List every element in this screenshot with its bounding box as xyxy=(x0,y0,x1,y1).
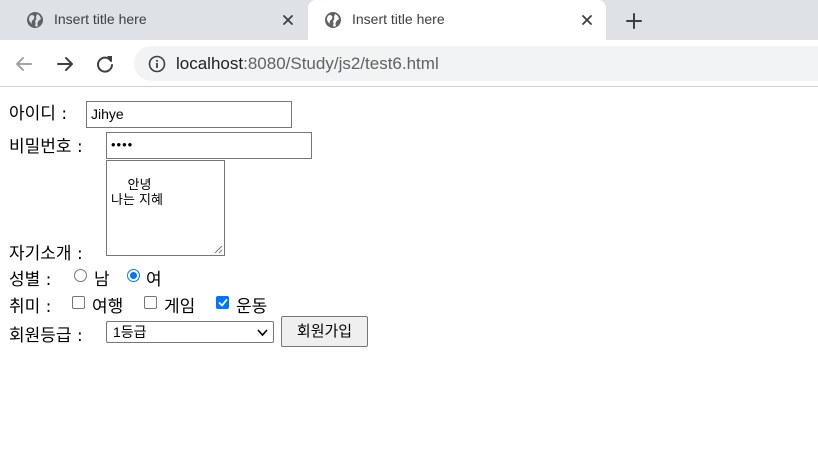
tab-active[interactable]: Insert title here xyxy=(308,0,606,40)
close-icon[interactable] xyxy=(281,13,295,27)
password-input[interactable]: •••• xyxy=(106,132,312,159)
chevron-down-icon xyxy=(257,329,268,337)
signup-button[interactable]: 회원가입 xyxy=(281,316,368,347)
hobby-travel-checkbox[interactable] xyxy=(72,296,85,309)
tab-strip: Insert title here Insert title here xyxy=(0,0,818,40)
gender-male-radio[interactable] xyxy=(74,269,87,282)
grade-label: 회원등급 : xyxy=(9,326,83,346)
info-icon[interactable] xyxy=(148,55,166,73)
tab-title: Insert title here xyxy=(352,11,445,27)
hobby-game-checkbox[interactable] xyxy=(144,296,157,309)
password-label: 비밀번호 : xyxy=(9,137,83,157)
tab-inactive[interactable]: Insert title here xyxy=(0,0,306,40)
grade-select[interactable]: 1등급 xyxy=(106,321,274,343)
hobby-label: 취미 : xyxy=(9,297,52,317)
hobby-game-label: 게임 xyxy=(164,297,196,317)
signup-form: 아이디 : Jihye 비밀번호 : •••• 안녕 나는 지혜 자기소개 : … xyxy=(0,88,818,470)
url-text: localhost:8080/Study/js2/test6.html xyxy=(176,54,439,74)
id-label: 아이디 : xyxy=(9,104,68,124)
checkmark-icon xyxy=(218,299,228,307)
gender-male-label: 남 xyxy=(94,270,110,290)
intro-text: 안녕 나는 지혜 xyxy=(111,178,163,208)
back-arrow-icon[interactable] xyxy=(13,53,35,75)
gender-female-radio[interactable] xyxy=(127,269,140,282)
url-host: localhost xyxy=(176,54,244,73)
id-input[interactable]: Jihye xyxy=(86,101,292,128)
resize-grip-icon[interactable] xyxy=(214,245,223,254)
globe-icon xyxy=(325,12,341,28)
browser-toolbar: localhost:8080/Study/js2/test6.html xyxy=(0,40,818,87)
globe-icon xyxy=(27,12,43,28)
intro-label: 자기소개 : xyxy=(9,244,83,264)
url-path: :8080/Study/js2/test6.html xyxy=(243,54,439,73)
hobby-exercise-label: 운동 xyxy=(236,297,268,317)
gender-female-label: 여 xyxy=(146,270,162,290)
hobby-exercise-checkbox[interactable] xyxy=(216,296,229,309)
reload-icon[interactable] xyxy=(94,53,116,75)
forward-arrow-icon[interactable] xyxy=(54,53,76,75)
address-bar[interactable]: localhost:8080/Study/js2/test6.html xyxy=(134,46,818,81)
close-icon[interactable] xyxy=(580,13,594,27)
hobby-travel-label: 여행 xyxy=(92,297,124,317)
tab-title: Insert title here xyxy=(54,11,147,27)
intro-textarea[interactable]: 안녕 나는 지혜 xyxy=(106,160,225,256)
plus-icon[interactable] xyxy=(624,11,644,31)
gender-label: 성별 : xyxy=(9,270,52,290)
grade-selected-value: 1등급 xyxy=(113,324,147,340)
